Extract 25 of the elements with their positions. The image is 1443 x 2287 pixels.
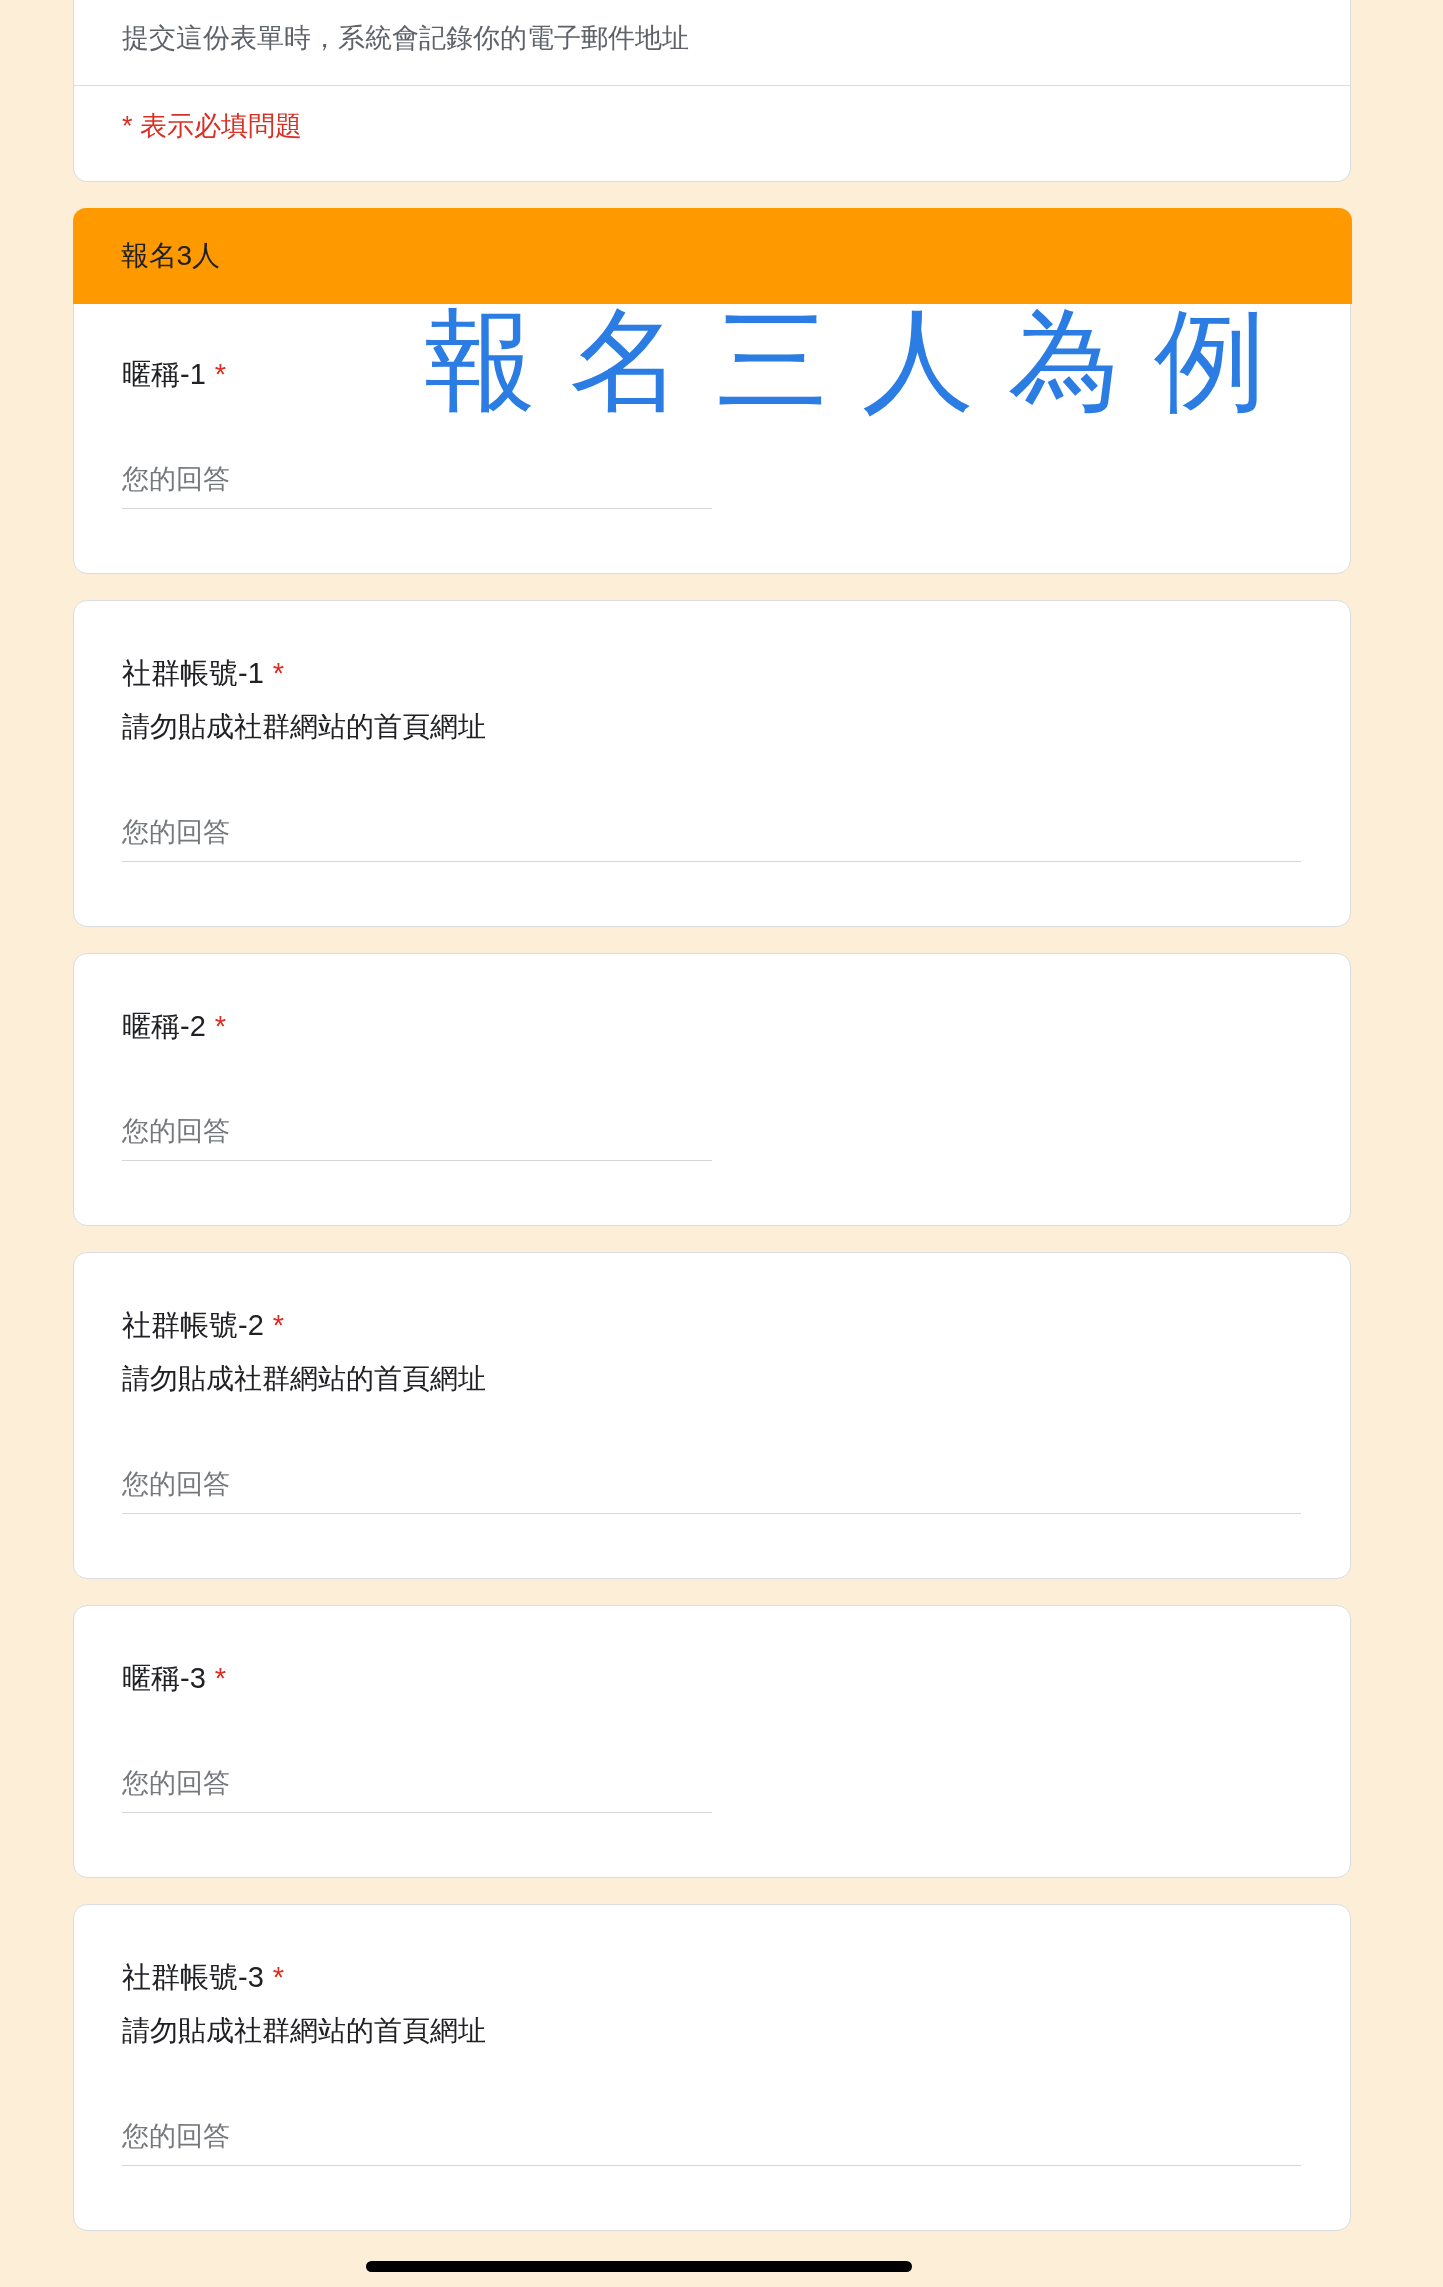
required-asterisk: * <box>272 1307 285 1343</box>
required-asterisk: * <box>214 356 227 392</box>
answer-field[interactable]: 您的回答 <box>122 1754 712 1813</box>
required-asterisk: * <box>214 1008 227 1044</box>
question-title: 暱稱-2 <box>122 1008 206 1044</box>
answer-field[interactable]: 您的回答 <box>122 1102 712 1161</box>
answer-field[interactable]: 您的回答 <box>122 450 712 509</box>
email-notice-text: 提交這份表單時，系統會記錄你的電子郵件地址 <box>122 22 689 55</box>
question-description: 請勿貼成社群網站的首頁網址 <box>122 2013 486 2048</box>
required-asterisk: * <box>214 1660 227 1696</box>
answer-field[interactable]: 您的回答 <box>122 2107 1301 2166</box>
question-title: 社群帳號-3 <box>122 1959 264 1995</box>
question-title: 社群帳號-1 <box>122 655 264 691</box>
question-title: 社群帳號-2 <box>122 1307 264 1343</box>
section-title: 報名3人 <box>120 238 221 273</box>
question-description: 請勿貼成社群網站的首頁網址 <box>122 709 486 744</box>
required-asterisk: * <box>272 1959 285 1995</box>
answer-field[interactable]: 您的回答 <box>122 803 1301 862</box>
required-notice-text: * 表示必填問題 <box>122 110 302 143</box>
question-description: 請勿貼成社群網站的首頁網址 <box>122 1361 486 1396</box>
required-asterisk: * <box>272 655 285 691</box>
handwritten-annotation: 報名三人為例 <box>424 305 1300 417</box>
question-title: 暱稱-1 <box>122 356 206 392</box>
answer-field[interactable]: 您的回答 <box>122 1455 1301 1514</box>
question-title: 暱稱-3 <box>122 1660 206 1696</box>
